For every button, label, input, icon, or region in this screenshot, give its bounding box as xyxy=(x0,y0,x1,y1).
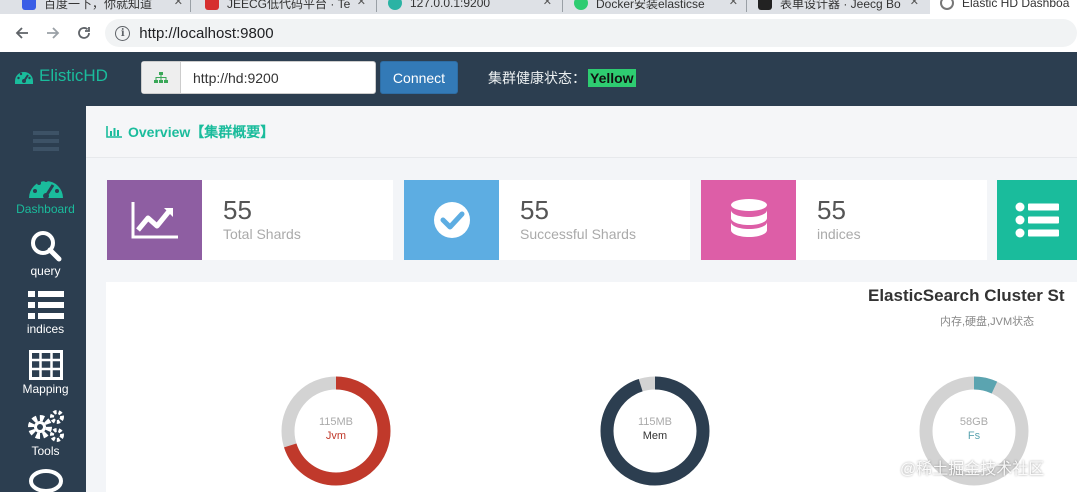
brand-name: ElisticHD xyxy=(39,66,108,85)
jvm-gauge: 115MB Jvm xyxy=(281,376,391,486)
dashboard-gauge-icon xyxy=(15,72,33,84)
watermark: @稀土掘金技术社区 xyxy=(900,461,1045,478)
gauge-value: 58GB xyxy=(959,416,989,428)
health-label: 集群健康状态： xyxy=(488,70,586,86)
browser-tab[interactable]: Docker安装elasticse ✕ xyxy=(574,0,742,14)
stat-card-successful-shards: 55 Successful Shards xyxy=(404,180,690,260)
stat-icon-box xyxy=(404,180,499,260)
menu-toggle-icon xyxy=(32,131,59,151)
sidebar-item-query[interactable]: query xyxy=(5,230,86,278)
panel-subtitle: 内存,硬盘,JVM状态 xyxy=(940,316,1035,328)
stat-label: Successful Shards xyxy=(520,226,636,242)
gears-icon xyxy=(27,410,64,442)
browser-tab[interactable]: 127.0.0.1:9200 ✕ xyxy=(388,0,556,14)
gauge-value: 115MB xyxy=(637,416,673,428)
browser-tab-label: Docker安装elasticse xyxy=(596,0,705,11)
forward-arrow-icon[interactable] xyxy=(37,17,68,49)
bar-chart-icon xyxy=(106,125,122,138)
brand[interactable]: ElisticHD xyxy=(14,66,108,86)
browser-tab-label: 127.0.0.1:9200 xyxy=(410,0,491,10)
dashboard-gauge-icon xyxy=(28,178,63,199)
stat-value: 55 xyxy=(817,195,846,225)
sidebar-item-dashboard[interactable]: Dashboard xyxy=(5,172,86,216)
jeecg-boot-favicon-icon xyxy=(758,0,772,10)
database-icon xyxy=(730,199,767,237)
address-bar-url: http://localhost:9800 xyxy=(139,24,274,42)
cluster-health: 集群健康状态： Yellow xyxy=(488,68,636,88)
sidebar-item-label: Tools xyxy=(31,444,60,458)
gauge-value: 115MB xyxy=(318,416,354,428)
jeecg-favicon-icon xyxy=(205,0,219,10)
connect-button[interactable]: Connect xyxy=(380,61,458,94)
sidebar-item-tools[interactable]: Tools xyxy=(5,408,86,458)
close-tab-icon[interactable]: ✕ xyxy=(543,0,552,8)
browser-tab[interactable]: 百度一下，你就知道 ✕ xyxy=(22,0,187,14)
baidu-favicon-icon xyxy=(22,0,36,10)
gauge-label: Jvm xyxy=(325,430,347,442)
stat-icon-box xyxy=(701,180,796,260)
info-icon[interactable]: i xyxy=(115,25,131,41)
browser-tab[interactable]: JEECG低代码平台 · Te ✕ xyxy=(205,0,370,14)
stat-card-partial xyxy=(997,180,1077,260)
gauge-label: Fs xyxy=(967,430,981,442)
browser-toolbar: i http://localhost:9800 xyxy=(0,14,1077,52)
address-bar[interactable]: i http://localhost:9800 xyxy=(105,19,1077,47)
table-icon xyxy=(28,350,63,380)
list-icon xyxy=(27,291,64,319)
browser-tab-label: 百度一下，你就知道 xyxy=(44,0,153,11)
sidebar-item-label: indices xyxy=(26,322,65,336)
browser-tab-label: Elastic HD Dashboa xyxy=(962,0,1070,10)
browser-tab[interactable]: 表单设计器 · Jeecg Bo ✕ xyxy=(758,0,923,14)
sidebar: Dashboard query indices Mapping Tools xyxy=(5,106,93,492)
line-chart-icon xyxy=(131,202,178,239)
sidebar-item-label: Mapping xyxy=(22,382,69,396)
reload-icon[interactable] xyxy=(68,17,99,49)
main-content: Overview【集群概要】 55 Total Shards 55 Succes… xyxy=(86,106,1077,492)
stat-value: 55 xyxy=(223,195,252,225)
back-arrow-icon[interactable] xyxy=(6,17,37,49)
browser-tab-strip: 百度一下，你就知道 ✕ JEECG低代码平台 · Te ✕ 127.0.0.1:… xyxy=(0,0,1077,14)
search-icon xyxy=(30,231,61,262)
app-header: ElisticHD Connect 集群健康状态： Yellow xyxy=(0,52,1077,102)
page-header: Overview【集群概要】 xyxy=(86,106,1077,158)
close-tab-icon[interactable]: ✕ xyxy=(729,0,738,8)
sidebar-item-more[interactable] xyxy=(5,468,86,492)
list-icon xyxy=(1015,202,1059,238)
close-tab-icon[interactable]: ✕ xyxy=(910,0,919,8)
stat-card-total-shards: 55 Total Shards xyxy=(107,180,393,260)
sidebar-item-indices[interactable]: indices xyxy=(5,290,86,336)
juejin-favicon-icon xyxy=(574,0,588,10)
mem-gauge: 115MB Mem xyxy=(600,376,710,486)
sidebar-item-label: Dashboard xyxy=(16,202,75,216)
health-status-badge: Yellow xyxy=(588,69,636,87)
es-url-input-group xyxy=(141,61,376,94)
sitemap-icon xyxy=(142,62,181,93)
browser-tab-active[interactable]: Elastic HD Dashboa xyxy=(930,0,1077,14)
close-tab-icon[interactable]: ✕ xyxy=(174,0,183,8)
sidebar-item-label: query xyxy=(30,264,61,278)
stat-card-indices: 55 indices xyxy=(701,180,987,260)
stat-icon-box xyxy=(107,180,202,260)
panel-title: ElasticSearch Cluster St xyxy=(868,286,1065,305)
check-circle-icon xyxy=(433,202,470,238)
sidebar-item-mapping[interactable]: Mapping xyxy=(5,350,86,396)
gauge-label: Mem xyxy=(642,430,668,442)
es-url-input[interactable] xyxy=(181,62,375,93)
browser-tab-label: JEECG低代码平台 · Te xyxy=(227,0,351,11)
browser-tab-label: 表单设计器 · Jeecg Bo xyxy=(780,0,901,11)
stat-icon-box xyxy=(997,180,1077,260)
comments-icon xyxy=(28,469,63,492)
stat-value: 55 xyxy=(520,195,549,225)
page-title: Overview【集群概要】 xyxy=(128,123,275,140)
stat-label: Total Shards xyxy=(223,226,301,242)
elastic-favicon-icon xyxy=(388,0,402,10)
globe-favicon-icon xyxy=(940,0,954,10)
stat-label: indices xyxy=(817,226,861,242)
sidebar-toggle[interactable] xyxy=(5,130,86,152)
close-tab-icon[interactable]: ✕ xyxy=(357,0,366,8)
